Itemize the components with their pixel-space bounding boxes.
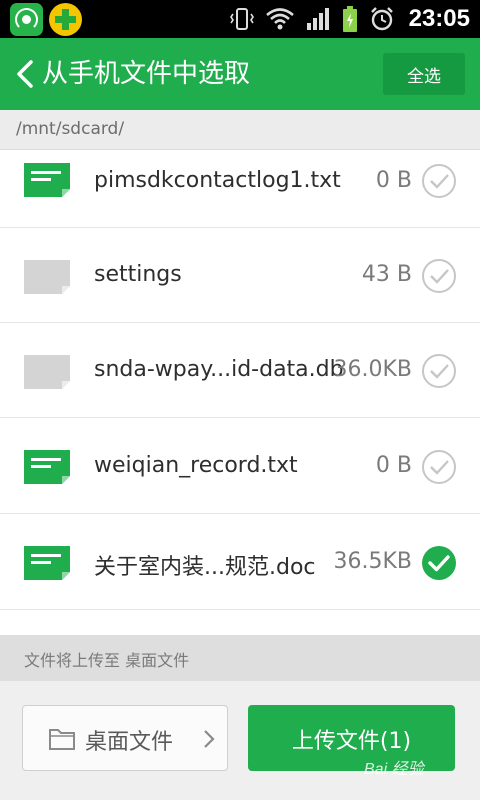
title-bar: 从手机文件中选取 全选 [0,38,480,110]
watermark: Bai 经验 [364,761,424,778]
chevron-right-icon [204,730,215,748]
upload-destination-bar: 文件将上传至 桌面文件 [0,635,480,681]
select-all-button[interactable]: 全选 [383,53,465,95]
file-size: 36.0KB [333,357,412,382]
list-item[interactable]: weiqian_record.txt 0 B [0,419,480,514]
unknown-file-icon [24,260,70,294]
back-button[interactable] [14,58,36,90]
file-size: 36.5KB [333,549,412,574]
list-item[interactable]: 关于室内装...规范.doc 36.5KB [0,515,480,610]
document-file-icon [24,546,70,580]
breadcrumb: /mnt/sdcard/ [0,110,480,150]
clock: 23:05 [408,5,470,32]
file-name: pimsdkcontactlog1.txt [94,168,341,193]
file-name: settings [94,262,182,287]
file-size: 0 B [375,453,412,478]
file-size: 43 B [361,262,412,287]
checked-circle-icon[interactable] [421,545,457,581]
unchecked-circle-icon[interactable] [421,258,457,294]
current-path: /mnt/sdcard/ [16,119,125,139]
folder-button-label: 桌面文件 [85,730,174,755]
choose-folder-button[interactable]: 桌面文件 [22,705,228,771]
unknown-file-icon [24,355,70,389]
list-item[interactable]: settings 43 B [0,228,480,323]
unchecked-circle-icon[interactable] [421,163,457,199]
file-size: 0 B [375,168,412,193]
file-list[interactable]: pimsdkcontactlog1.txt 0 B settings 43 B … [0,150,480,635]
unchecked-circle-icon[interactable] [421,449,457,485]
battery-icon [342,6,357,32]
wifi-icon [265,8,294,30]
app-wifi-share-icon [10,3,43,36]
document-file-icon [24,163,70,197]
page-title: 从手机文件中选取 [42,59,251,89]
file-name: snda-wpay...id-data.db [94,357,344,382]
unchecked-circle-icon[interactable] [421,353,457,389]
upload-button-label: 上传文件(1) [291,729,412,754]
upload-destination-text: 文件将上传至 桌面文件 [24,651,190,670]
list-item[interactable]: snda-wpay...id-data.db 36.0KB [0,323,480,418]
list-item-empty [0,611,480,635]
document-file-icon [24,450,70,484]
file-name: 关于室内装...规范.doc [94,555,316,580]
bottom-bar: 桌面文件 上传文件(1) [0,681,480,800]
folder-icon [49,729,75,750]
list-item[interactable]: pimsdkcontactlog1.txt 0 B [0,150,480,228]
alarm-icon [370,7,393,31]
vibrate-icon [229,8,254,30]
file-name: weiqian_record.txt [94,453,298,478]
signal-icon [306,8,329,30]
app-360-plus-icon [49,3,82,36]
status-bar: 23:05 [0,0,480,38]
